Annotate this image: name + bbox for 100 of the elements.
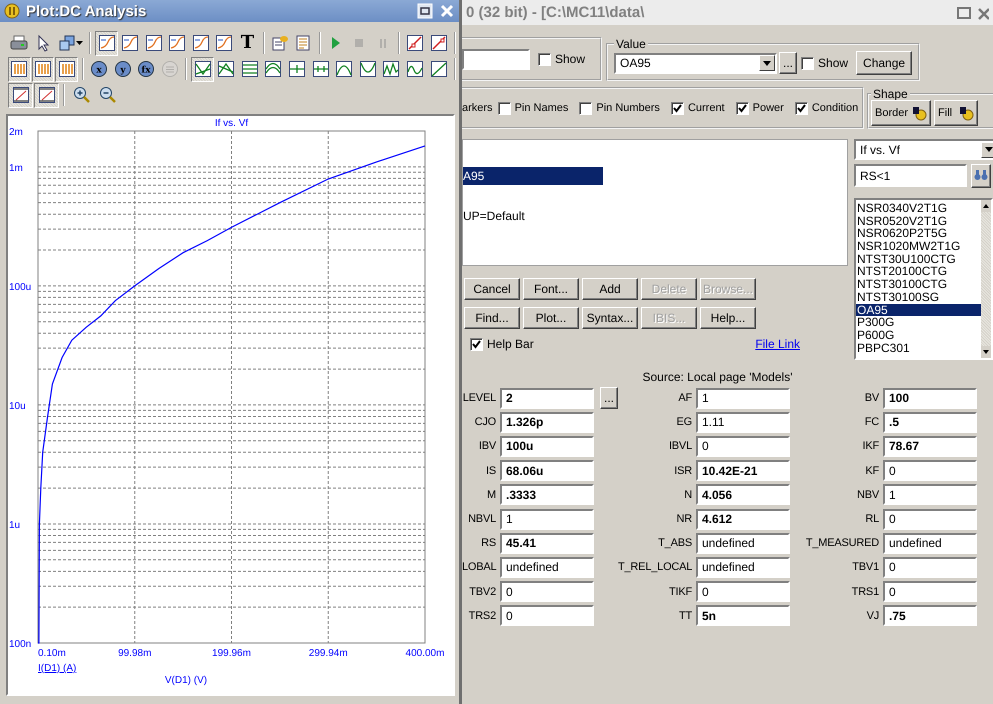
parameter-field[interactable]: 0 <box>500 581 594 602</box>
scroll-down-icon[interactable] <box>981 346 991 358</box>
bars-button[interactable] <box>8 56 31 82</box>
parameter-field[interactable]: undefined <box>696 556 790 578</box>
waveform-icon <box>312 60 330 78</box>
model-list-item[interactable]: NTST20100CTG <box>856 265 981 278</box>
action-button[interactable]: Find... <box>464 307 520 329</box>
plot-dropdown[interactable]: If vs. Vf <box>854 139 993 160</box>
bars-button[interactable] <box>55 56 78 82</box>
model-list-item[interactable]: P600G <box>856 328 981 342</box>
action-button[interactable]: Help... <box>700 307 756 329</box>
action-button[interactable]: Add <box>582 278 638 300</box>
model-list-item[interactable]: P300G <box>856 316 981 329</box>
parameter-field[interactable]: 78.67 <box>883 436 977 457</box>
parameter-field[interactable]: 1 <box>696 388 790 409</box>
parameter-field[interactable]: 0 <box>696 581 790 602</box>
waveform-button[interactable] <box>191 56 214 82</box>
parameter-label: LEVEL <box>462 392 497 404</box>
parameter-field[interactable]: 45.41 <box>500 532 594 554</box>
shape-button[interactable]: Border <box>871 100 932 126</box>
more-button[interactable]: ... <box>779 52 798 74</box>
parameter-field[interactable]: undefined <box>883 532 977 554</box>
check-icon <box>738 104 747 112</box>
parameter-field[interactable]: 0 <box>883 460 977 482</box>
parameter-field[interactable]: 100u <box>500 436 594 457</box>
text-line[interactable]: UP=Default <box>463 207 847 225</box>
parameter-field[interactable]: 1.326p <box>500 412 594 433</box>
action-button[interactable]: Plot... <box>523 307 579 329</box>
parameter-field[interactable]: 68.06u <box>500 460 594 482</box>
checkbox[interactable] <box>736 102 749 114</box>
name-field[interactable] <box>462 48 530 70</box>
checkbox[interactable] <box>498 102 511 114</box>
parameter-field[interactable]: .3333 <box>500 484 594 506</box>
print-icon <box>10 34 28 52</box>
model-list-item[interactable]: NSR0340V2T1G <box>856 202 981 215</box>
restore-button[interactable] <box>417 3 433 19</box>
parameter-field[interactable]: 0 <box>883 508 977 530</box>
tick-label: 199.96m <box>212 648 251 659</box>
line-chart-icon <box>98 34 116 52</box>
find-button[interactable] <box>971 164 991 188</box>
text-tool-button[interactable]: T <box>236 30 259 56</box>
model-list-item[interactable]: OA95 <box>856 304 981 316</box>
scroll-up-icon[interactable] <box>981 200 991 212</box>
close-icon[interactable] <box>977 6 989 20</box>
parameter-field[interactable]: 100 <box>883 388 977 409</box>
action-button[interactable]: Font... <box>523 278 579 300</box>
checkbox[interactable] <box>794 102 808 114</box>
fill-style-icon <box>958 104 974 120</box>
dropdown-arrow-icon <box>985 147 993 152</box>
bars-button[interactable] <box>32 56 54 82</box>
model-list-item[interactable]: NSR1020MW2T1G <box>856 240 981 253</box>
restore-icon <box>417 3 433 19</box>
checkbox[interactable] <box>801 56 814 70</box>
model-list-item[interactable]: PBPC301 <box>856 342 981 354</box>
parameter-label: M <box>486 488 497 501</box>
checkbox[interactable] <box>538 52 551 66</box>
waveform-icon <box>194 60 212 78</box>
model-list-item[interactable]: NTST30100CTG <box>856 278 981 291</box>
close-button[interactable] <box>439 3 455 19</box>
scrollbar[interactable] <box>981 200 991 358</box>
line-chart-button[interactable] <box>95 30 118 56</box>
parameter-field[interactable]: 5n <box>696 605 790 626</box>
tick-label: 10u <box>9 400 26 412</box>
text-area[interactable]: A95 UP=Default <box>462 139 848 266</box>
parameter-label: TRS2 <box>468 610 497 622</box>
parameter-field[interactable]: 0 <box>883 581 977 602</box>
change-button[interactable]: Change <box>856 51 912 75</box>
filter-field[interactable]: RS<1 <box>854 164 967 187</box>
maximize-icon[interactable] <box>957 6 971 20</box>
parameter-field[interactable]: 0 <box>500 605 594 626</box>
parameter-field[interactable]: 10.42E-21 <box>696 460 790 482</box>
parameter-field[interactable]: 2 <box>500 388 594 409</box>
value-dropdown[interactable]: OA95 <box>614 52 777 74</box>
parameter-field[interactable]: undefined <box>696 532 790 554</box>
parameter-field[interactable]: .75 <box>883 605 977 626</box>
waveform-icon <box>358 60 377 78</box>
parameter-field[interactable]: 4.056 <box>696 484 790 506</box>
parameter-field[interactable]: 4.612 <box>696 508 790 530</box>
model-list-item[interactable]: NSR0620P2T5G <box>856 227 981 240</box>
more-button[interactable]: ... <box>600 387 618 410</box>
parameter-field[interactable]: undefined <box>500 556 594 578</box>
parameter-field[interactable]: .5 <box>883 412 977 433</box>
parameter-field[interactable]: 0 <box>696 436 790 457</box>
model-list-item[interactable]: NTST30100SG <box>856 290 981 304</box>
checkbox[interactable] <box>579 102 592 114</box>
parameter-field[interactable]: 1 <box>500 508 594 530</box>
action-button[interactable]: Syntax... <box>582 307 638 329</box>
circle-button[interactable]: y <box>111 56 134 82</box>
checkbox[interactable] <box>670 102 684 114</box>
circle-button[interactable]: x <box>88 56 110 82</box>
model-list-item[interactable]: NSR0520V2T1G <box>856 214 981 228</box>
checkbox[interactable] <box>470 338 483 350</box>
circle-button[interactable]: fx <box>135 56 158 82</box>
shape-button[interactable]: Fill <box>934 100 978 126</box>
file-link[interactable]: File Link <box>755 337 800 351</box>
parameter-field[interactable]: 0 <box>883 556 977 578</box>
parameter-field[interactable]: 1.11 <box>696 412 790 433</box>
parameter-field[interactable]: 1 <box>883 484 977 506</box>
action-button[interactable]: Cancel <box>464 278 520 300</box>
model-list-item[interactable]: NTST30U100CTG <box>856 252 981 266</box>
